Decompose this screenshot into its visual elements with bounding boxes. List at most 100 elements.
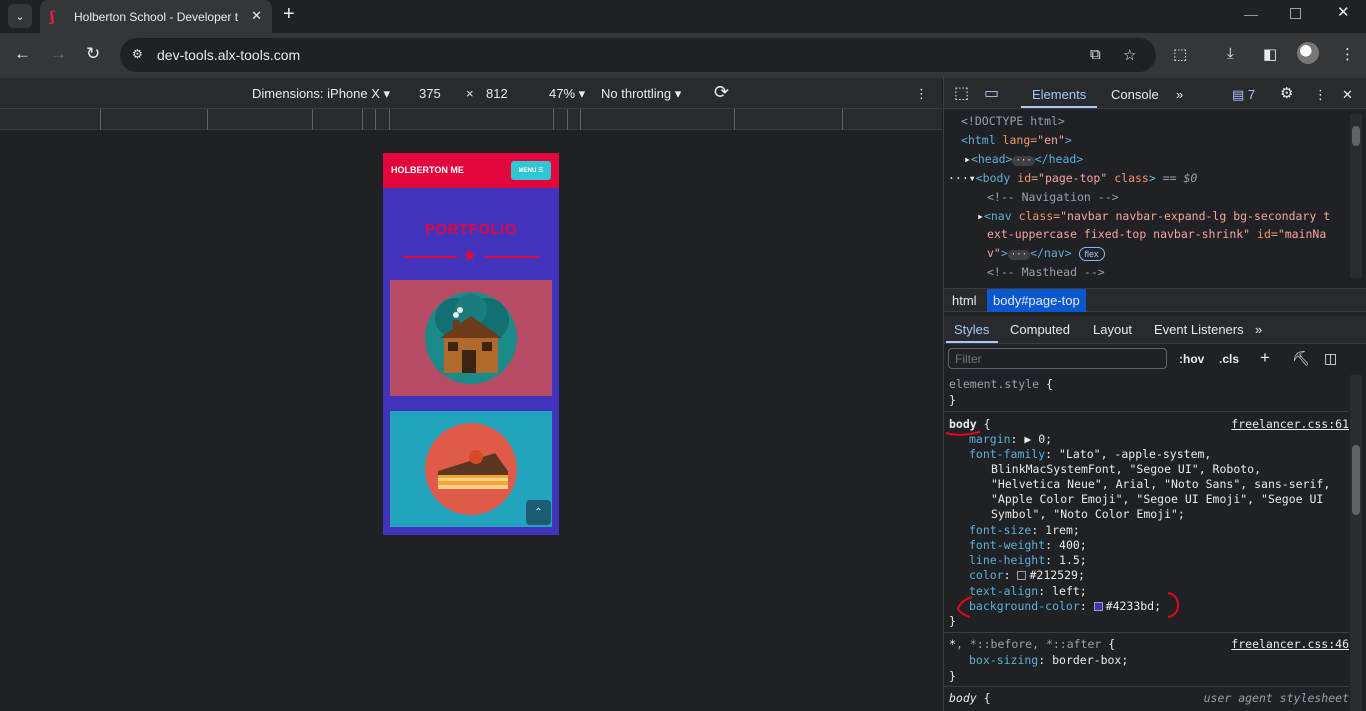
page-brand-link[interactable]: HOLBERTON ME: [391, 165, 464, 175]
prop-value: #4233bd;: [1105, 599, 1162, 613]
body-node-selected[interactable]: ···▾<body id="page-top" class> == $0: [948, 169, 1197, 188]
tab-elements[interactable]: Elements: [1032, 87, 1086, 102]
scroll-to-top-button[interactable]: ⌃: [526, 500, 551, 525]
comment-navigation[interactable]: <!-- Navigation -->: [987, 188, 1119, 207]
browser-tab[interactable]: ʃ Holberton School - Developer t ✕: [40, 0, 272, 33]
style-prop-color[interactable]: color: #212529;: [969, 568, 1085, 583]
style-prop-background-color[interactable]: background-color: #4233bd;: [969, 599, 1161, 614]
tab-styles[interactable]: Styles: [954, 322, 989, 337]
tab-layout[interactable]: Layout: [1093, 322, 1132, 337]
body-prefix: ···: [948, 171, 969, 185]
expand-triangle-icon[interactable]: ▸: [964, 152, 971, 166]
back-arrow-icon[interactable]: ←: [14, 44, 31, 64]
styles-scroll-thumb[interactable]: [1352, 445, 1360, 515]
lang-value: "en": [1037, 133, 1065, 147]
translate-icon[interactable]: ⧉: [1090, 46, 1101, 63]
tab-computed[interactable]: Computed: [1010, 322, 1070, 337]
nav-node-wrap-1[interactable]: ext-uppercase fixed-top navbar-shrink" i…: [987, 225, 1326, 244]
reload-icon[interactable]: ↻: [86, 44, 100, 64]
color-swatch[interactable]: [1093, 602, 1103, 611]
minimize-icon[interactable]: —: [1244, 6, 1258, 22]
extensions-icon[interactable]: ⬚: [1173, 45, 1187, 63]
rotate-icon[interactable]: ⟳: [714, 82, 729, 103]
flex-badge[interactable]: flex: [1078, 247, 1105, 261]
style-prop-line-height[interactable]: line-height: 1.5;: [969, 553, 1087, 568]
chevron-down-icon: ⌄: [15, 10, 25, 23]
prop-name: box-sizing: [969, 653, 1039, 667]
cls-toggle[interactable]: .cls: [1219, 352, 1239, 366]
ua-rule-header[interactable]: body { user agent stylesheet: [949, 691, 1349, 706]
devtools-more-icon[interactable]: ⋮: [1314, 87, 1327, 103]
more-tabs-icon[interactable]: »: [1176, 87, 1183, 102]
maximize-icon[interactable]: [1290, 8, 1301, 19]
settings-gear-icon[interactable]: ⚙: [1280, 84, 1293, 102]
side-panel-icon[interactable]: ◧: [1263, 45, 1277, 63]
media-query-ruler[interactable]: [0, 109, 942, 130]
device-dimensions-select[interactable]: Dimensions: iPhone X ▾: [252, 86, 390, 102]
portfolio-item-cabin[interactable]: [390, 280, 552, 396]
profile-avatar[interactable]: [1297, 42, 1319, 64]
height-input[interactable]: 812: [486, 86, 508, 101]
throttling-select[interactable]: No throttling ▾: [601, 86, 681, 102]
breadcrumb-body[interactable]: body#page-top: [987, 289, 1086, 312]
nav-node-wrap-2[interactable]: v"> ··· </nav> flex: [987, 244, 1105, 263]
forward-arrow-icon[interactable]: →: [50, 44, 67, 64]
bookmark-star-icon[interactable]: ☆: [1123, 46, 1136, 64]
html-tag: <html: [961, 133, 1003, 147]
element-style-rule[interactable]: element.style {: [949, 377, 1053, 392]
style-prop-font-family[interactable]: font-family: "Lato", -apple-system,: [969, 447, 1211, 462]
tab-close-icon[interactable]: ✕: [251, 8, 262, 24]
new-tab-button[interactable]: +: [283, 3, 295, 26]
collapse-triangle-icon[interactable]: ▾: [969, 171, 976, 185]
styles-filter-input[interactable]: [948, 348, 1167, 369]
universal-rule-header[interactable]: *, *::before, *::after { freelancer.css:…: [949, 637, 1349, 652]
emulated-page[interactable]: HOLBERTON ME MENU ☰ PORTFOLIO ★ ⌃: [383, 153, 559, 535]
tab-search-button[interactable]: ⌄: [8, 4, 32, 28]
comment-masthead[interactable]: <!-- Masthead -->: [987, 263, 1105, 282]
devtools-close-icon[interactable]: ✕: [1342, 87, 1353, 103]
style-prop-margin[interactable]: margin: ▶ 0;: [969, 432, 1052, 447]
body-rule-header[interactable]: body { freelancer.css:61: [949, 417, 1349, 432]
page-menu-button[interactable]: MENU ☰: [511, 161, 551, 180]
hov-toggle[interactable]: :hov: [1179, 352, 1204, 366]
window-close-icon[interactable]: ✕: [1337, 3, 1350, 21]
device-toolbar-toggle-icon[interactable]: ▭: [984, 83, 999, 103]
toggle-sidebar-icon[interactable]: ◫: [1324, 350, 1337, 367]
style-prop-box-sizing[interactable]: box-sizing: border-box;: [969, 653, 1128, 668]
more-subtabs-icon[interactable]: »: [1255, 322, 1262, 337]
style-prop-text-align[interactable]: text-align: left;: [969, 584, 1087, 599]
paint-brush-icon[interactable]: ⛏: [1292, 350, 1310, 367]
device-more-icon[interactable]: ⋮: [915, 86, 928, 102]
more-menu-icon[interactable]: ⋮: [1340, 45, 1355, 63]
issues-badge[interactable]: ▤ 7: [1232, 87, 1255, 103]
doctype-line[interactable]: <!DOCTYPE html>: [961, 112, 1065, 131]
body-source-link[interactable]: freelancer.css:61: [1231, 417, 1349, 432]
download-icon[interactable]: ⤓: [1227, 45, 1234, 62]
site-settings-icon[interactable]: ⚙: [132, 47, 143, 61]
nav-node[interactable]: ▸<nav class="navbar navbar-expand-lg bg-…: [977, 207, 1330, 226]
cabin-illustration-icon: [425, 292, 517, 384]
new-rule-plus-icon[interactable]: +: [1260, 348, 1270, 368]
inspect-element-icon[interactable]: ⬚: [954, 83, 969, 103]
head-node[interactable]: ▸<head> ··· </head>: [964, 150, 1083, 169]
dom-scrollbar[interactable]: [1350, 114, 1362, 278]
dom-scroll-thumb[interactable]: [1352, 126, 1360, 146]
address-bar[interactable]: ⚙ dev-tools.alx-tools.com ⧉ ☆: [120, 38, 1156, 72]
issues-count: 7: [1247, 87, 1256, 102]
prop-name: font-family: [969, 447, 1046, 461]
width-input[interactable]: 375: [419, 86, 441, 101]
collapsed-ellipsis-icon[interactable]: ···: [1007, 250, 1031, 260]
styles-scrollbar[interactable]: [1350, 375, 1362, 711]
universal-source-link[interactable]: freelancer.css:46: [1231, 637, 1349, 652]
prop-value: left;: [1052, 584, 1087, 598]
tab-event-listeners[interactable]: Event Listeners: [1154, 322, 1244, 337]
expand-triangle-icon[interactable]: ▸: [977, 209, 984, 223]
style-prop-font-weight[interactable]: font-weight: 400;: [969, 538, 1087, 553]
breadcrumb-html[interactable]: html: [952, 293, 977, 308]
html-node[interactable]: <html lang="en">: [961, 131, 1072, 150]
collapsed-ellipsis-icon[interactable]: ···: [1012, 156, 1035, 166]
zoom-select[interactable]: 47% ▾: [549, 86, 585, 102]
style-prop-font-size[interactable]: font-size: 1rem;: [969, 523, 1080, 538]
tab-console[interactable]: Console: [1111, 87, 1159, 102]
color-swatch[interactable]: [1017, 571, 1027, 580]
